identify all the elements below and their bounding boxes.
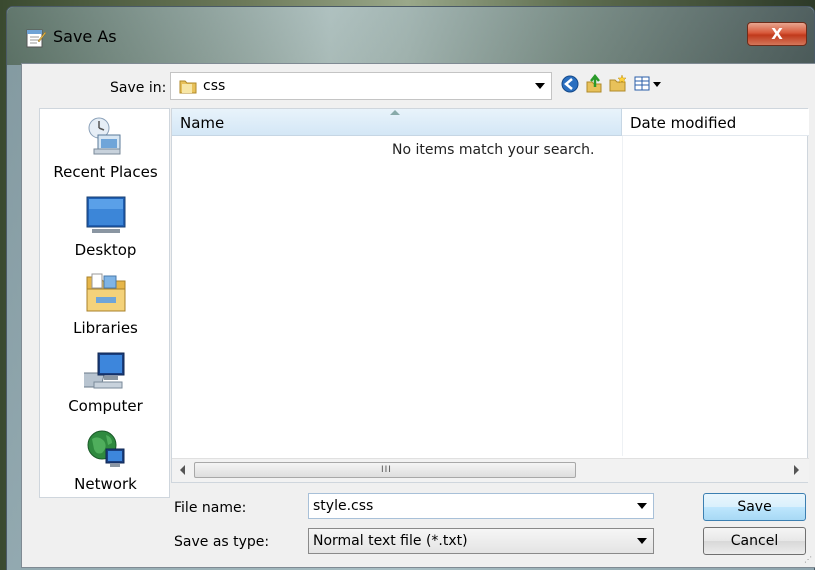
folder-icon — [179, 80, 197, 94]
computer-icon — [83, 352, 124, 389]
save-as-type-value: Normal text file (*.txt) — [313, 533, 468, 549]
place-label: Computer — [68, 397, 143, 415]
place-network[interactable]: Network — [40, 427, 171, 493]
file-name-field[interactable]: style.css — [308, 493, 654, 519]
file-name-label: File name: — [174, 500, 247, 516]
up-folder-icon[interactable] — [584, 74, 604, 94]
scroll-left-icon[interactable] — [180, 465, 185, 475]
place-label: Recent Places — [53, 163, 158, 181]
recent-places-icon — [88, 117, 120, 155]
column-header-label: Date modified — [630, 114, 737, 132]
close-button[interactable]: X — [747, 22, 807, 46]
view-menu-icon[interactable] — [633, 74, 663, 94]
desktop-icon — [86, 196, 125, 233]
window-title: Save As — [53, 27, 117, 46]
scrollbar-grip: III — [381, 465, 392, 475]
column-header-label: Name — [180, 114, 225, 132]
file-list[interactable]: Name Date modified No items match your s… — [171, 108, 809, 483]
place-desktop[interactable]: Desktop — [40, 193, 171, 259]
place-recent-places[interactable]: Recent Places — [40, 115, 171, 181]
place-libraries[interactable]: Libraries — [40, 271, 171, 337]
empty-message: No items match your search. — [392, 142, 595, 158]
file-name-value: style.css — [313, 498, 374, 514]
place-label: Desktop — [74, 241, 137, 259]
sort-ascending-icon — [390, 110, 400, 115]
save-in-label: Save in: — [110, 80, 167, 96]
save-as-type-dropdown[interactable]: Normal text file (*.txt) — [308, 528, 654, 554]
window-frame: Save As X Save in: css Recent Places Des… — [6, 6, 815, 570]
column-header-name[interactable]: Name — [172, 109, 622, 136]
scrollbar-thumb[interactable]: III — [194, 462, 576, 478]
column-header-date-modified[interactable]: Date modified — [622, 109, 809, 136]
save-in-dropdown[interactable]: css — [170, 72, 552, 100]
place-label: Libraries — [73, 319, 138, 337]
chevron-down-icon[interactable] — [637, 503, 647, 509]
notepad-app-icon — [26, 29, 47, 48]
network-icon — [87, 430, 124, 467]
chevron-down-icon[interactable] — [535, 83, 545, 89]
save-as-type-label: Save as type: — [174, 534, 270, 550]
horizontal-scrollbar[interactable]: III — [172, 458, 809, 482]
column-divider — [622, 136, 623, 456]
libraries-icon — [86, 273, 125, 312]
back-icon[interactable] — [560, 74, 580, 94]
save-in-value: css — [203, 78, 226, 94]
dialog-body: Save in: css Recent Places Desktop Libra… — [21, 63, 815, 568]
new-folder-icon[interactable] — [608, 74, 628, 94]
window-title-bar[interactable] — [7, 7, 814, 65]
cancel-button[interactable]: Cancel — [703, 527, 806, 555]
scroll-right-icon[interactable] — [794, 465, 799, 475]
place-label: Network — [74, 475, 137, 493]
save-button[interactable]: Save — [703, 493, 806, 521]
places-bar: Recent Places Desktop Libraries Computer… — [39, 108, 170, 498]
resize-grip-icon[interactable]: ⋰ — [804, 555, 812, 564]
chevron-down-icon[interactable] — [637, 538, 647, 544]
place-computer[interactable]: Computer — [40, 349, 171, 415]
